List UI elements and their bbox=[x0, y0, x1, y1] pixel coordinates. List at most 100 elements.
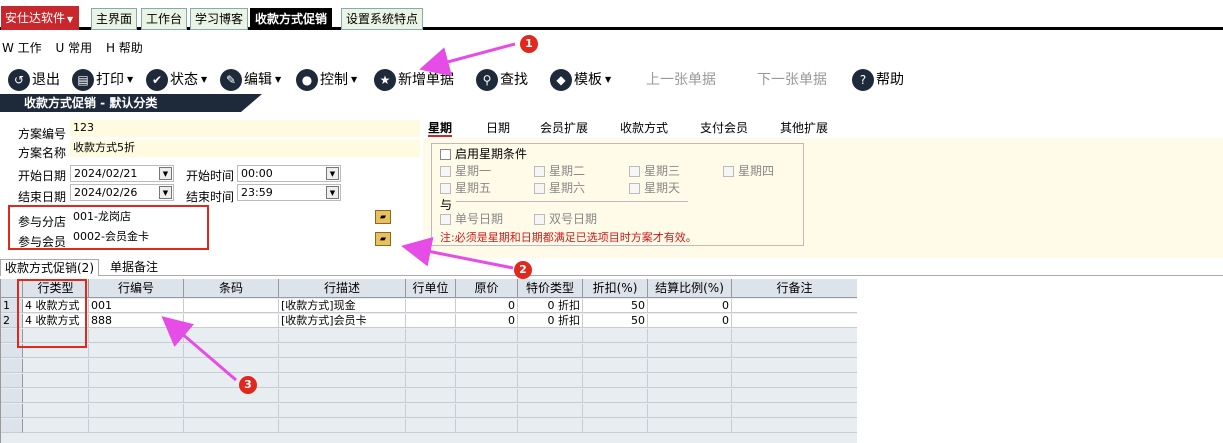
chevron-down-icon: ▼ bbox=[201, 75, 208, 84]
new-doc-button[interactable]: ★ 新增单据 bbox=[374, 67, 454, 93]
col-header-desc[interactable]: 行描述 bbox=[279, 279, 406, 298]
end-date-value: 2024/02/26 bbox=[74, 186, 138, 199]
question-icon: ? bbox=[852, 69, 874, 91]
tab-main[interactable]: 主界面 bbox=[91, 8, 138, 30]
end-date-field[interactable]: 2024/02/26 ▼ bbox=[70, 184, 174, 201]
plan-no-input[interactable]: 123 bbox=[70, 120, 420, 137]
empty-grid-cell bbox=[406, 374, 456, 388]
users-icon: ● bbox=[296, 69, 318, 91]
cell-desc[interactable]: [收款方式]现金 bbox=[279, 299, 406, 313]
cell-remark[interactable] bbox=[732, 299, 857, 313]
tab-payment-method[interactable]: 收款方式 bbox=[620, 119, 668, 137]
wednesday-checkbox[interactable]: 星期三 bbox=[629, 162, 680, 179]
monday-checkbox[interactable]: 星期一 bbox=[440, 162, 491, 179]
store-input[interactable]: 001-龙岗店 bbox=[70, 209, 370, 226]
status-button[interactable]: ✔ 状态 ▼ bbox=[146, 67, 207, 93]
end-time-field[interactable]: 23:59 ▼ bbox=[237, 184, 341, 201]
menu-help[interactable]: H 帮助 bbox=[106, 41, 143, 55]
line-items-grid: 行类型 行编号 条码 行描述 行单位 原价 特价类型 折扣(%) 结算比例(%)… bbox=[0, 279, 857, 443]
cell-unit[interactable] bbox=[406, 314, 456, 328]
col-header-special[interactable]: 特价类型 bbox=[518, 279, 583, 298]
template-button[interactable]: ◆ 模板 ▼ bbox=[550, 67, 611, 93]
exit-button[interactable]: ↺ 退出 bbox=[8, 67, 60, 93]
cell-price[interactable]: 0 bbox=[456, 299, 518, 313]
saturday-checkbox[interactable]: 星期六 bbox=[534, 179, 585, 196]
cell-discount[interactable]: 50 bbox=[583, 314, 648, 328]
col-header-barcode[interactable]: 条码 bbox=[184, 279, 279, 298]
folder-icon[interactable]: ▰ bbox=[375, 232, 391, 246]
cell-ratio[interactable]: 0 bbox=[648, 299, 732, 313]
chevron-down-icon[interactable]: ▼ bbox=[159, 186, 172, 199]
tab-pay-member[interactable]: 支付会员 bbox=[700, 119, 748, 137]
checkbox-icon bbox=[629, 183, 640, 194]
tab-payment-promo-lines[interactable]: 收款方式促销(2) bbox=[0, 259, 99, 276]
col-header-price[interactable]: 原价 bbox=[456, 279, 518, 298]
tuesday-checkbox[interactable]: 星期二 bbox=[534, 162, 585, 179]
cell-barcode[interactable] bbox=[184, 299, 279, 313]
odd-date-checkbox[interactable]: 单号日期 bbox=[440, 210, 503, 227]
tab-weekday[interactable]: 星期 bbox=[428, 119, 453, 137]
tab-learning-blog[interactable]: 学习博客 bbox=[190, 8, 249, 30]
chevron-down-icon[interactable]: ▼ bbox=[326, 186, 339, 199]
tab-system-settings[interactable]: 设置系统特点 bbox=[341, 8, 424, 30]
start-date-field[interactable]: 2024/02/21 ▼ bbox=[70, 165, 174, 182]
friday-checkbox[interactable]: 星期五 bbox=[440, 179, 491, 196]
enable-weekday-checkbox[interactable]: 启用星期条件 bbox=[440, 145, 527, 162]
col-header-unit[interactable]: 行单位 bbox=[406, 279, 456, 298]
cell-desc[interactable]: [收款方式]会员卡 bbox=[279, 314, 406, 328]
edit-button[interactable]: ✎ 编辑 ▼ bbox=[220, 67, 281, 93]
even-date-checkbox[interactable]: 双号日期 bbox=[534, 210, 597, 227]
control-button[interactable]: ● 控制 ▼ bbox=[296, 67, 357, 93]
next-doc-button[interactable]: 下一张单据 bbox=[757, 67, 827, 93]
cell-code[interactable]: 001 bbox=[89, 299, 184, 313]
member-input[interactable]: 0002-会员金卡 bbox=[70, 229, 370, 246]
help-button[interactable]: ? 帮助 bbox=[852, 67, 904, 93]
cell-barcode[interactable] bbox=[184, 314, 279, 328]
cell-price[interactable]: 0 bbox=[456, 314, 518, 328]
chevron-down-icon[interactable]: ▼ bbox=[326, 167, 339, 180]
search-icon: ⚲ bbox=[476, 69, 498, 91]
empty-grid-cell bbox=[89, 359, 184, 373]
thursday-checkbox[interactable]: 星期四 bbox=[723, 162, 774, 179]
col-header-remark[interactable]: 行备注 bbox=[732, 279, 857, 298]
tab-workbench[interactable]: 工作台 bbox=[141, 8, 188, 30]
empty-grid-cell bbox=[648, 344, 732, 358]
plan-name-input[interactable]: 收款方式5折 bbox=[70, 140, 420, 157]
menu-common[interactable]: U 常用 bbox=[56, 41, 93, 55]
print-button[interactable]: ▤ 打印 ▼ bbox=[72, 67, 133, 93]
start-time-field[interactable]: 00:00 ▼ bbox=[237, 165, 341, 182]
empty-grid-cell bbox=[279, 359, 406, 373]
prev-doc-button[interactable]: 上一张单据 bbox=[646, 67, 716, 93]
cell-remark[interactable] bbox=[732, 314, 857, 328]
tab-payment-promotion[interactable]: 收款方式促销 bbox=[250, 8, 333, 30]
empty-grid-cell bbox=[406, 389, 456, 403]
checkbox-icon bbox=[534, 166, 545, 177]
folder-icon[interactable]: ▰ bbox=[375, 210, 391, 224]
empty-grid-cell bbox=[1, 374, 23, 388]
store-label: 参与分店 bbox=[18, 215, 67, 229]
search-label: 查找 bbox=[500, 72, 528, 88]
empty-grid-cell bbox=[732, 389, 857, 403]
search-button[interactable]: ⚲ 查找 bbox=[476, 67, 528, 93]
chevron-down-icon[interactable]: ▼ bbox=[159, 167, 172, 180]
checkbox-icon bbox=[534, 214, 545, 225]
cell-special[interactable]: 0 折扣 bbox=[518, 299, 583, 313]
sunday-checkbox[interactable]: 星期天 bbox=[629, 179, 680, 196]
cell-ratio[interactable]: 0 bbox=[648, 314, 732, 328]
cell-unit[interactable] bbox=[406, 299, 456, 313]
col-header-code[interactable]: 行编号 bbox=[89, 279, 184, 298]
cell-code[interactable]: 888 bbox=[89, 314, 184, 328]
tab-date[interactable]: 日期 bbox=[486, 119, 510, 137]
menu-work[interactable]: W 工作 bbox=[2, 41, 42, 55]
col-header-discount[interactable]: 折扣(%) bbox=[583, 279, 648, 298]
cell-special[interactable]: 0 折扣 bbox=[518, 314, 583, 328]
empty-grid-cell bbox=[456, 344, 518, 358]
col-header-ratio[interactable]: 结算比例(%) bbox=[648, 279, 732, 298]
tab-doc-remarks[interactable]: 单据备注 bbox=[106, 259, 162, 276]
tab-other-ext[interactable]: 其他扩展 bbox=[780, 119, 828, 137]
cell-discount[interactable]: 50 bbox=[583, 299, 648, 313]
tab-member-ext[interactable]: 会员扩展 bbox=[540, 119, 588, 137]
brand-menu-button[interactable]: 安仕达软件 ▼ bbox=[1, 6, 79, 30]
check-icon: ✔ bbox=[146, 69, 168, 91]
empty-grid-cell bbox=[456, 359, 518, 373]
